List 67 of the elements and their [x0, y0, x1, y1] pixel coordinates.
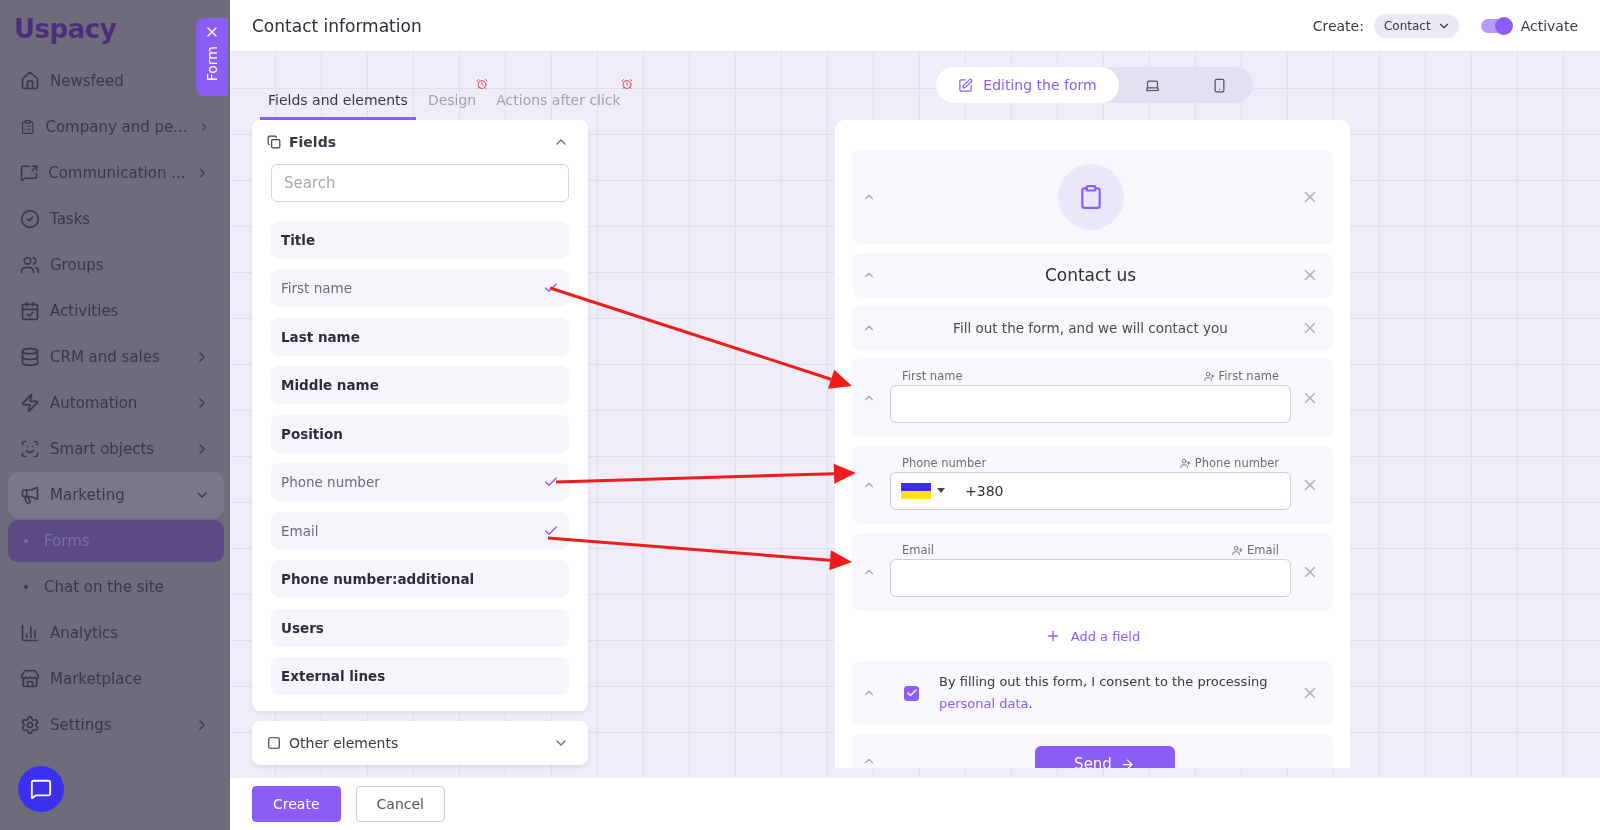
create-label: Create: — [1312, 17, 1364, 34]
shape-icon — [267, 736, 281, 750]
input-field[interactable] — [890, 385, 1291, 423]
field-item[interactable]: External lines — [271, 657, 569, 695]
check-circle-icon — [20, 209, 40, 229]
consent-checkbox[interactable] — [904, 685, 919, 701]
panel-title: Other elements — [289, 735, 400, 751]
panel-title: Fields — [289, 134, 337, 150]
field-item[interactable]: Middle name — [271, 366, 569, 404]
scan-icon — [20, 439, 40, 459]
field-item[interactable]: Phone number:additional — [271, 560, 569, 598]
add-field-link[interactable]: Add a field — [1044, 620, 1141, 652]
chart-icon — [20, 623, 40, 643]
field-item[interactable]: Email — [271, 511, 569, 550]
field-item[interactable]: Title — [271, 220, 569, 259]
form-description: Fill out the form, and we will contact you — [952, 319, 1229, 338]
field-item[interactable]: Position — [271, 414, 569, 453]
search-field[interactable]: Search — [271, 164, 569, 202]
field-mapping: Email — [1247, 543, 1279, 557]
flag-icon — [901, 483, 931, 499]
sidebar-item[interactable]: Marketing — [8, 472, 224, 518]
field-item[interactable]: Last name — [271, 317, 569, 356]
stack-icon — [20, 347, 40, 367]
people-icon — [20, 255, 40, 275]
field-item[interactable]: First name — [271, 269, 569, 307]
field-label: First name — [902, 369, 963, 383]
field-mapping: First name — [1218, 369, 1279, 383]
other-elements-panel[interactable]: Other elements — [252, 721, 588, 765]
logo: Uspacy — [13, 14, 117, 46]
list-icon — [20, 117, 36, 137]
personal-data-link[interactable]: personal data — [939, 696, 1029, 711]
activate-switch[interactable] — [1480, 18, 1511, 33]
edit-icon — [958, 77, 974, 93]
activate-label: Activate — [1520, 17, 1578, 34]
input-field[interactable]: +380 — [890, 472, 1291, 510]
tab[interactable]: Design — [419, 82, 485, 120]
calendar-icon — [20, 301, 40, 321]
create-dropdown[interactable]: Contact — [1373, 13, 1459, 38]
arrow-right-icon — [1119, 756, 1135, 768]
field-item[interactable]: Users — [271, 608, 569, 647]
settings-icon — [20, 715, 40, 735]
field-label: Email — [902, 543, 934, 557]
editing-tab[interactable]: Editing the form — [936, 67, 1119, 103]
caret-icon[interactable] — [937, 488, 945, 494]
consent-text: By filling out this form, I consent to the processing personal data. — [939, 673, 1269, 713]
chat-icon — [20, 163, 39, 183]
cancel-button[interactable]: Cancel — [355, 786, 445, 822]
laptop-icon — [1144, 77, 1160, 93]
field-label: Phone number — [902, 456, 987, 470]
form-drawer-tab[interactable]: Form — [196, 18, 228, 96]
megaphone-icon — [20, 485, 40, 505]
page-title: Contact information — [252, 15, 423, 36]
field-item[interactable]: Phone number — [271, 463, 569, 501]
input-field[interactable] — [890, 559, 1291, 597]
fields-icon — [267, 135, 281, 149]
chat-icon — [30, 778, 52, 800]
user-plus-icon — [1203, 370, 1215, 382]
form-heading: Contact us — [1043, 264, 1138, 287]
user-plus-icon — [1232, 544, 1244, 556]
store-icon — [20, 669, 40, 689]
tab[interactable]: Actions after click — [488, 82, 629, 120]
home-icon — [20, 71, 40, 91]
field-mapping: Phone number — [1194, 456, 1279, 470]
phone-icon — [1211, 77, 1227, 93]
lightning-icon — [20, 393, 40, 413]
user-plus-icon — [1179, 457, 1191, 469]
create-button[interactable]: Create — [252, 786, 341, 822]
